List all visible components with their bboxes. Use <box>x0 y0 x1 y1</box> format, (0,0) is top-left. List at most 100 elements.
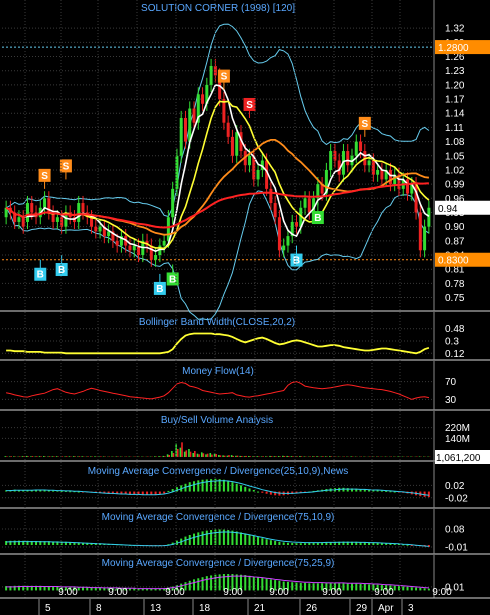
candle-body <box>128 245 132 251</box>
x-date-label: 13 <box>150 603 162 614</box>
volume-buy-bar <box>218 455 220 457</box>
macd-histogram-bar <box>312 542 315 545</box>
y-tick-label: 70 <box>445 377 457 388</box>
candle-body <box>230 136 234 156</box>
signal-label: S <box>63 161 70 172</box>
volume-buy-bar <box>166 454 169 457</box>
macd-histogram-bar <box>163 491 166 494</box>
price-badge-label: 1.2800 <box>438 43 469 54</box>
macd-histogram-bar <box>265 539 268 545</box>
candle-body <box>226 122 230 137</box>
candle-body <box>98 226 102 232</box>
signal-label: B <box>37 270 44 281</box>
volume-sell-bar <box>279 456 282 457</box>
volume-buy-bar <box>153 456 156 457</box>
macd-histogram-bar <box>299 543 302 545</box>
signal-label: S <box>361 119 368 130</box>
volume-sell-bar <box>74 456 77 457</box>
macd-histogram-bar <box>197 578 200 591</box>
macd-histogram-bar <box>316 583 319 591</box>
candle-body <box>367 160 371 166</box>
candle-body <box>162 240 166 246</box>
candle-body <box>303 198 307 208</box>
x-date-label: 5 <box>45 603 51 614</box>
volume-buy-bar <box>192 453 195 457</box>
candle-body <box>256 169 260 180</box>
volume-buy-bar <box>269 455 271 457</box>
candle-body <box>307 198 311 213</box>
macd-histogram-bar <box>265 578 268 591</box>
volume-sell-bar <box>10 456 13 457</box>
candle-body <box>55 217 59 222</box>
x-time-label: 9:00 <box>269 587 289 598</box>
signal-label: B <box>156 284 163 295</box>
volume-buy-bar <box>94 456 96 457</box>
x-time-label: 9:00 <box>322 587 342 598</box>
volume-buy-bar <box>13 456 15 457</box>
volume-buy-bar <box>188 449 190 457</box>
macd-histogram-bar <box>427 588 430 591</box>
candle-body <box>149 245 153 260</box>
volume-sell-bar <box>240 456 243 457</box>
macd-1-title: Moving Average Convergence / Divergence(… <box>88 466 349 477</box>
volume-buy-bar <box>158 456 160 457</box>
macd-histogram-bar <box>286 542 289 545</box>
volume-buy-bar <box>34 456 37 457</box>
y-tick-label: 1.14 <box>445 109 465 120</box>
macd-histogram-bar <box>239 485 242 492</box>
volume-buy-bar <box>25 455 28 457</box>
volume-sell-bar <box>48 456 51 457</box>
candle-body <box>406 179 410 194</box>
macd-histogram-bar <box>308 543 311 545</box>
volume-buy-bar <box>316 456 318 457</box>
volume-sell-bar <box>206 453 209 457</box>
volume-buy-bar <box>77 456 79 457</box>
candle-body <box>166 217 170 241</box>
volume-sell-bar <box>330 456 333 457</box>
candle-body <box>209 65 213 85</box>
volume-sell-bar <box>211 454 213 457</box>
volume-buy-bar <box>171 451 173 457</box>
volume-buy-bar <box>256 456 259 457</box>
macd-histogram-bar <box>291 582 294 591</box>
x-date-label: 29 <box>356 603 368 614</box>
macd-histogram-bar <box>342 583 345 591</box>
volume-buy-bar <box>4 456 7 457</box>
candle-body <box>94 226 98 232</box>
volume-buy-bar <box>38 456 41 457</box>
macd-histogram-bar <box>248 534 251 545</box>
macd-histogram-bar <box>197 480 200 492</box>
candle-body <box>329 151 333 170</box>
volume-sell-bar <box>6 456 8 457</box>
y-tick-label: 1.32 <box>445 24 465 35</box>
macd-histogram-bar <box>205 576 208 591</box>
volume-sell-bar <box>78 456 81 457</box>
volume-buy-bar <box>230 455 233 457</box>
y-tick-label: -0.01 <box>445 543 468 554</box>
volume-sell-bar <box>31 456 34 457</box>
macd-histogram-bar <box>402 586 405 591</box>
y-tick-label: 1.05 <box>445 151 465 162</box>
candle-body <box>273 203 277 218</box>
macd-histogram-bar <box>188 482 191 492</box>
macd-histogram-bar <box>261 491 264 493</box>
macd-histogram-bar <box>248 575 251 591</box>
y-tick-label: 1.08 <box>445 137 465 148</box>
y-tick-label: 0.12 <box>445 349 465 360</box>
candle-body <box>418 212 422 251</box>
volume-sell-bar <box>100 456 102 457</box>
macd-histogram-bar <box>235 483 238 492</box>
macd-histogram-bar <box>368 584 371 591</box>
macd-histogram-bar <box>342 487 345 492</box>
macd-histogram-bar <box>257 537 260 545</box>
volume-buy-bar <box>209 453 212 457</box>
macd-histogram-bar <box>248 488 251 492</box>
candle-body <box>235 132 239 156</box>
macd-histogram-bar <box>227 480 230 492</box>
y-tick-label: 1.20 <box>445 80 465 91</box>
volume-buy-bar <box>205 454 207 457</box>
price-badge-label: 0.8300 <box>438 256 469 267</box>
volume-buy-bar <box>72 456 75 457</box>
macd-histogram-bar <box>222 479 225 492</box>
volume-buy-bar <box>8 456 11 457</box>
